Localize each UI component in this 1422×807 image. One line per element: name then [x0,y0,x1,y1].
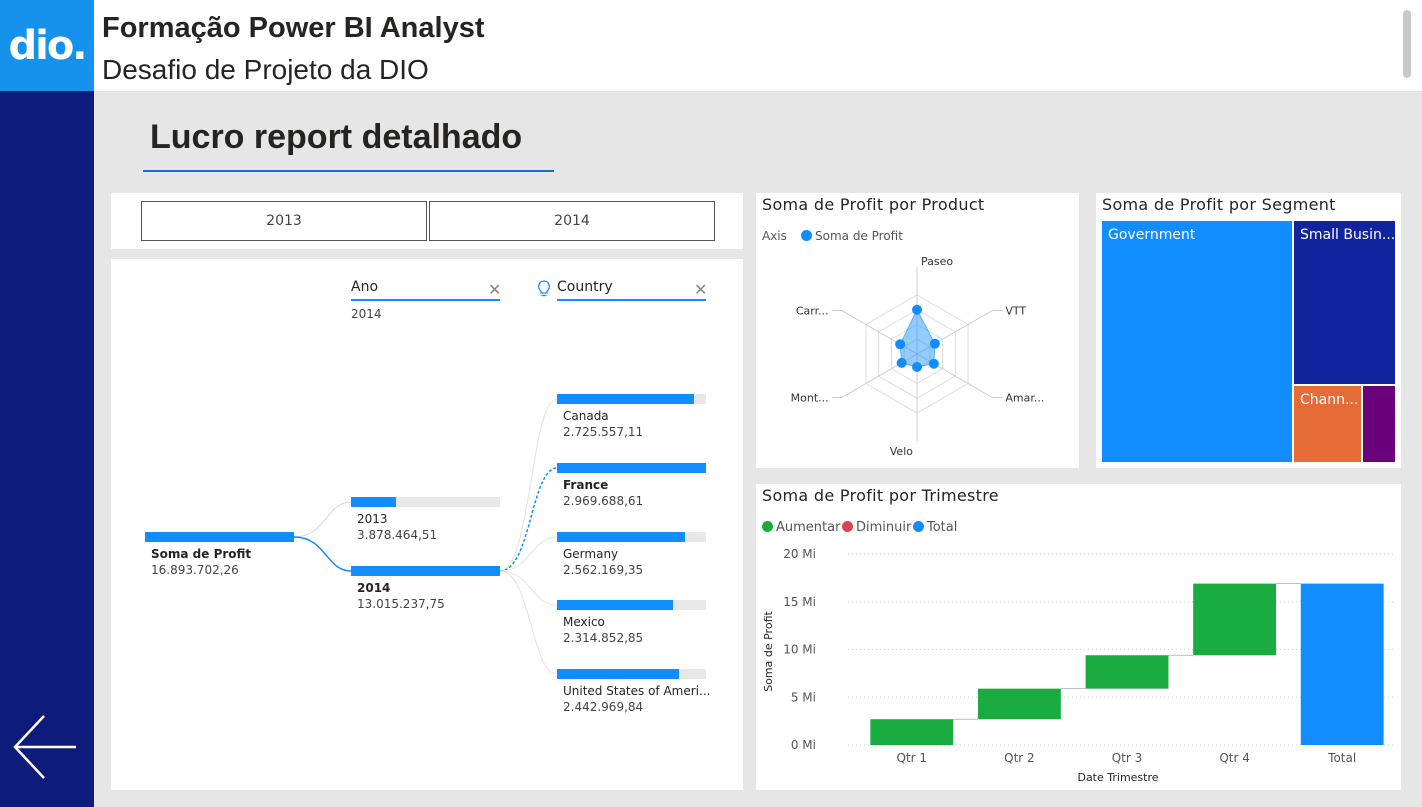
decomp-country-node-label: Mexico [563,615,605,629]
decomp-country-node-bar[interactable] [557,394,706,404]
waterfall-xtick-label: Qtr 1 [897,751,928,765]
scrollbar[interactable] [1403,10,1411,78]
radar-data-point[interactable] [895,339,906,350]
waterfall-xtick-label: Qtr 3 [1112,751,1143,765]
radar-legend-series[interactable]: Soma de Profit [801,229,903,243]
waterfall-xtick-label: Qtr 2 [1004,751,1035,765]
app-subtitle: Desafio de Projeto da DIO [102,54,429,85]
back-arrow-icon[interactable] [10,712,80,782]
treemap-cell-government[interactable]: Government [1102,221,1292,462]
waterfall-legend-total[interactable]: Total [913,520,957,535]
decomp-country-node-bar-fill [557,600,674,610]
radar-data-point[interactable] [928,358,939,369]
treemap-cell-small-business[interactable]: Small Busin... [1294,221,1395,384]
waterfall-bar[interactable] [1300,583,1384,745]
radar-category-label: Velo [890,445,913,458]
treemap-cell-channel[interactable]: Chann... [1294,386,1361,462]
radar-label-leader [831,310,867,325]
decomp-year-node-value: 13.015.237,75 [357,597,445,611]
waterfall-bar[interactable] [870,719,954,745]
waterfall-ytick-label: 20 Mi [783,547,816,561]
radar-label-leader [967,383,1003,398]
legend-dot [801,230,812,241]
decomp-country-node-value: 2.442.969,84 [563,700,644,714]
decomp-year-node-bar[interactable] [351,497,500,507]
decomp-year-node-value: 3.878.464,51 [357,528,438,542]
decomp-country-node-label: United States of Ameri... [563,684,711,698]
decomp-year-node-label: 2013 [357,512,388,526]
decomp-root-label: Soma de Profit [151,547,252,561]
radar-label-leader [967,310,1003,325]
radar-data-point[interactable] [912,361,922,372]
radar-data-point[interactable] [912,304,922,315]
decomp-root-value: 16.893.702,26 [151,563,239,577]
decomp-country-node-bar[interactable] [557,463,706,473]
decomp-country-node-label: France [563,478,609,492]
radar-data-point[interactable] [896,357,907,368]
radar-category-label: Mont... [791,392,829,405]
decomp-country-node-label: Canada [563,409,609,423]
decomp-country-node-value: 2.562.169,35 [563,563,644,577]
decomp-country-node-bar-fill [557,669,680,679]
radar-chart: Paseo VTT Amar... Velo Mont... Carr... [791,255,1045,458]
waterfall-bar[interactable] [1085,655,1169,689]
legend-dot [762,521,773,532]
waterfall-legend-increase[interactable]: Aumentar [762,520,840,535]
decomp-year-node-label: 2014 [357,581,391,595]
legend-dot [842,521,853,532]
waterfall-ytick-label: 15 Mi [783,595,816,609]
waterfall-y-axis-title: Soma de Profit [762,611,775,692]
treemap-cell-other[interactable] [1363,386,1395,462]
app-title: Formação Power BI Analyst [102,12,485,44]
decomp-country-node-bar[interactable] [557,600,706,610]
report-header: dio. Formação Power BI Analyst Desafio d… [0,0,1422,91]
decomp-year-node-bar-fill [351,497,396,507]
decomp-year-node-bar[interactable] [351,566,500,576]
radar-category-label: Carr... [796,305,829,318]
waterfall-chart: 0 Mi 5 Mi 10 Mi 15 Mi 20 Mi Qtr 1 Qtr 2 Qtr 3 Qt… [762,547,1396,784]
decomp-country-node-bar[interactable] [557,669,706,679]
waterfall-ytick-label: 5 Mi [791,690,816,704]
page-title: Lucro report detalhado [150,118,523,156]
decomp-country-node-value: 2.969.688,61 [563,494,644,508]
decomp-country-node-bar-fill [557,463,706,473]
decomp-country-node-label: Germany [563,547,619,561]
sidebar [0,91,94,807]
decomp-year-node-bar-fill [351,566,500,576]
title-underline [143,170,554,172]
radar-category-label: Paseo [921,255,953,268]
waterfall-x-axis-title: Date Trimestre [1077,771,1158,784]
slicer-option-2013[interactable]: 2013 [141,201,427,241]
decomp-country-node-bar-fill [557,532,686,542]
radar-legend-axis: Axis [762,229,787,243]
waterfall-bar[interactable] [977,688,1061,720]
decomp-country-node-bar[interactable] [557,532,706,542]
radar-data-point[interactable] [929,338,940,349]
treemap-title: Soma de Profit por Segment [1102,195,1336,214]
waterfall-bar[interactable] [1193,583,1277,656]
waterfall-xtick-label: Total [1327,751,1356,765]
radar-series-area [899,308,936,368]
legend-dot [913,521,924,532]
waterfall-ytick-label: 0 Mi [791,738,816,752]
waterfall-xtick-label: Qtr 4 [1219,751,1250,765]
radar-chart-title: Soma de Profit por Product [762,195,985,214]
radar-category-label: Amar... [1005,392,1044,405]
dio-logo: dio. [0,0,94,91]
radar-category-label: VTT [1005,305,1026,318]
waterfall-legend-decrease[interactable]: Diminuir [842,520,911,535]
decomp-country-node-bar-fill [557,394,695,404]
radar-label-leader [831,383,867,398]
slicer-option-2014[interactable]: 2014 [429,201,715,241]
decomp-country-node-value: 2.314.852,85 [563,631,644,645]
decomp-country-node-value: 2.725.557,11 [563,425,644,439]
decomp-connectors [293,398,558,675]
waterfall-title: Soma de Profit por Trimestre [762,486,999,505]
decomp-root-bar[interactable] [145,532,294,542]
waterfall-ytick-label: 10 Mi [783,643,816,657]
